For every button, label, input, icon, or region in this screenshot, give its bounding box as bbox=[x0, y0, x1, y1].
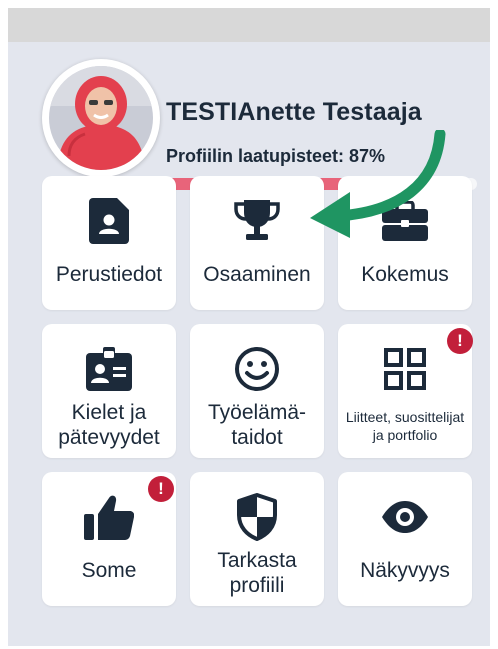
profile-panel: TESTIAnette Testaaja Profiilin laatupist… bbox=[8, 42, 490, 646]
notification-badge: ! bbox=[447, 328, 473, 354]
tile-label: Kokemus bbox=[361, 263, 449, 286]
tile-label: Työelämä-taidot bbox=[207, 401, 307, 449]
tile-nakyvyys[interactable]: Näkyvyys bbox=[338, 472, 472, 606]
tile-label: Kielet ja pätevyydet bbox=[58, 401, 160, 449]
notification-badge: ! bbox=[148, 476, 174, 502]
briefcase-icon bbox=[338, 196, 472, 246]
tile-kokemus[interactable]: Kokemus bbox=[338, 176, 472, 310]
tile-label: Osaaminen bbox=[203, 263, 311, 286]
tile-tyoelamataidot[interactable]: Työelämä-taidot bbox=[190, 324, 324, 458]
profile-name: TESTIAnette Testaaja bbox=[166, 98, 422, 126]
quality-score-label: Profiilin laatupisteet: 87% bbox=[166, 146, 386, 166]
avatar[interactable] bbox=[42, 59, 160, 177]
tile-perustiedot[interactable]: Perustiedot bbox=[42, 176, 176, 310]
id-badge-icon bbox=[42, 344, 176, 394]
tile-osaaminen[interactable]: Osaaminen bbox=[190, 176, 324, 310]
avatar-photo bbox=[49, 66, 153, 170]
tile-label: Näkyvyys bbox=[360, 559, 450, 582]
contact-card-icon bbox=[42, 196, 176, 246]
tile-label: Liitteet, suosittelijat ja portfolio bbox=[345, 409, 465, 443]
shield-icon bbox=[190, 492, 324, 542]
tile-label: Some bbox=[81, 559, 137, 582]
tile-kielet[interactable]: Kielet ja pätevyydet bbox=[42, 324, 176, 458]
tile-label: Tarkasta profiili bbox=[217, 549, 297, 597]
tile-label: Perustiedot bbox=[55, 263, 163, 286]
smiley-icon bbox=[190, 344, 324, 394]
eye-icon bbox=[338, 492, 472, 542]
trophy-icon bbox=[190, 196, 324, 246]
tile-tarkasta-profiili[interactable]: Tarkasta profiili bbox=[190, 472, 324, 606]
top-bar bbox=[8, 8, 490, 42]
